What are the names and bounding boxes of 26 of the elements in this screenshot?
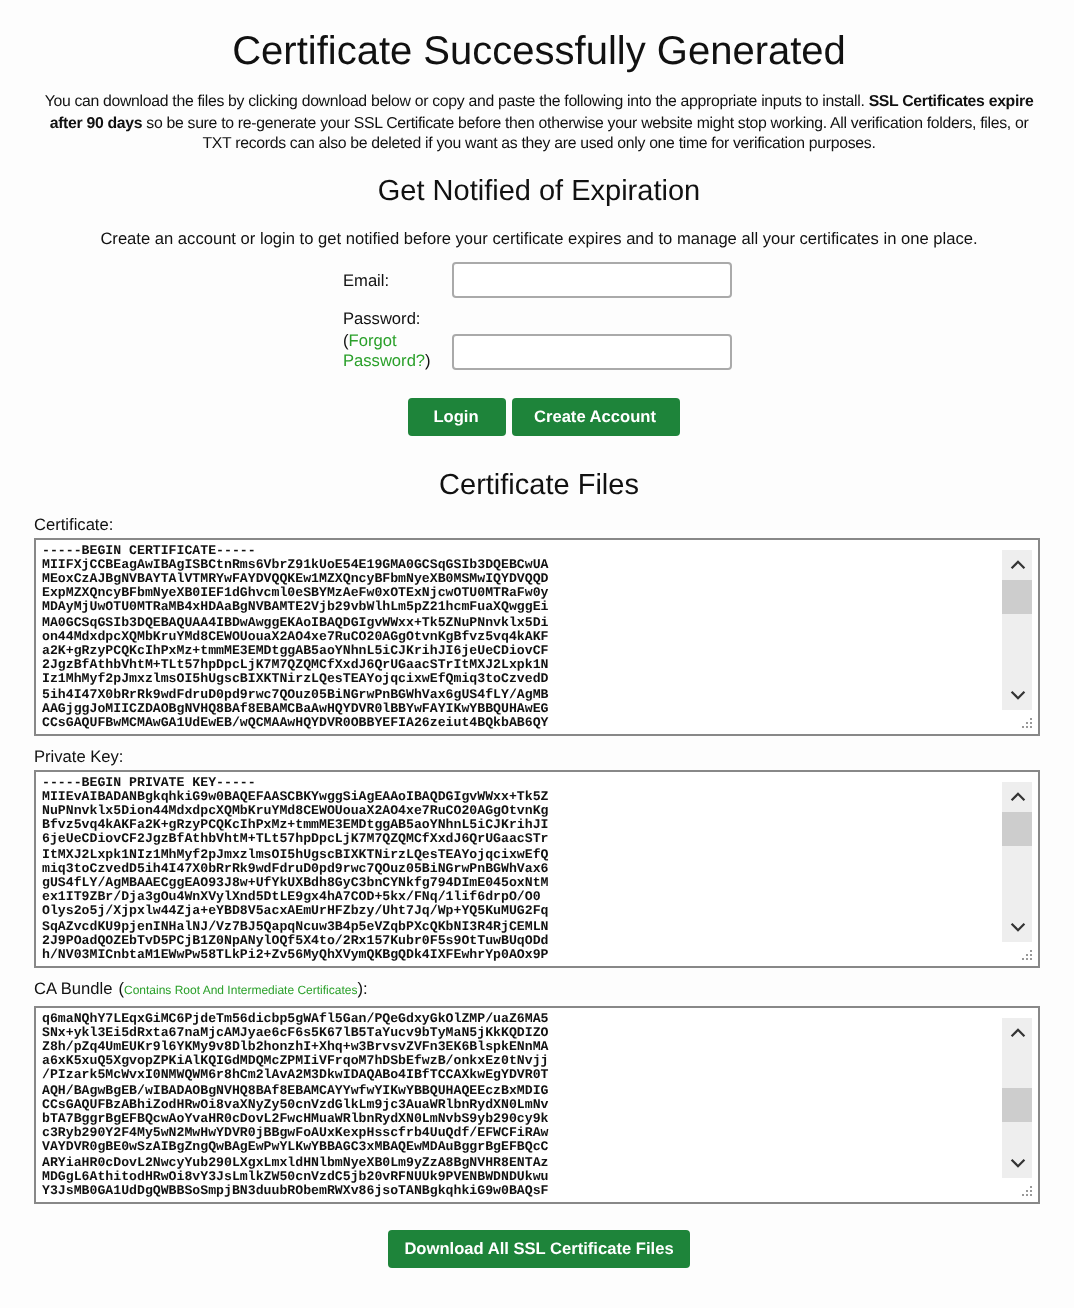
scrollbar[interactable] [1002, 549, 1032, 709]
text-area[interactable] [34, 1005, 1040, 1203]
scrollbar[interactable] [1002, 1017, 1032, 1177]
login-button[interactable]: Login [407, 397, 505, 435]
page-title: Certificate Successfully Generated [230, 28, 848, 76]
paren-text: ( [118, 977, 124, 997]
scroll-thumb[interactable] [1002, 811, 1032, 845]
password-label: Password: [343, 307, 421, 327]
email-field[interactable] [451, 261, 731, 297]
file-label: Private Key: [34, 745, 124, 765]
email-label: Email: [343, 269, 392, 289]
scroll-thumb[interactable] [1002, 1087, 1032, 1121]
create-account-button[interactable]: Create Account [511, 397, 679, 435]
download-button[interactable]: Download All SSL Certificate Files [388, 1229, 690, 1267]
section-heading: Certificate Files [437, 467, 641, 503]
scroll-thumb[interactable] [1002, 579, 1032, 613]
password-field[interactable] [451, 333, 731, 369]
text-area[interactable] [34, 537, 1040, 735]
paren-text: ): [357, 977, 368, 997]
section-heading: Get Notified of Expiration [375, 173, 703, 209]
notify-text: Create an account or login to get notified before your certificate expires and to manage all your certificates in one place. [98, 227, 980, 247]
text-area[interactable] [34, 769, 1040, 967]
scrollbar[interactable] [1002, 781, 1032, 941]
file-label: CA Bundle [34, 977, 113, 997]
forgot-password-link[interactable]: (Forgot Password?) [343, 329, 443, 369]
file-label: Certificate: [34, 513, 114, 533]
